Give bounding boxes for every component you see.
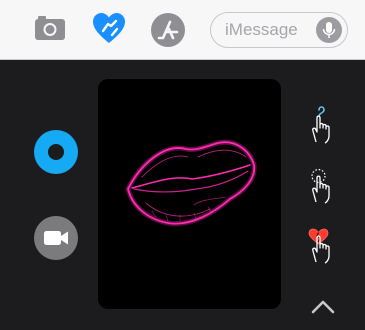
message-app-toolbar xyxy=(0,0,365,60)
chevron-up-icon[interactable] xyxy=(310,298,336,316)
tap-gesture-icon xyxy=(306,106,340,151)
camera-icon[interactable] xyxy=(34,14,66,47)
video-camera-button[interactable] xyxy=(34,216,78,260)
imessage-input-field[interactable] xyxy=(210,12,348,48)
heartbreak-gesture-icon xyxy=(306,226,340,271)
kiss-lips-effect xyxy=(125,139,257,227)
app-store-icon[interactable] xyxy=(150,12,186,53)
digital-touch-canvas[interactable] xyxy=(98,79,281,309)
microphone-icon[interactable] xyxy=(316,17,342,43)
sketch-color-button[interactable] xyxy=(34,130,78,174)
touch-hold-gesture-icon xyxy=(306,166,340,211)
imessage-input[interactable] xyxy=(225,19,307,41)
heart-hands-icon[interactable] xyxy=(92,12,126,51)
video-camera-icon xyxy=(44,231,68,245)
